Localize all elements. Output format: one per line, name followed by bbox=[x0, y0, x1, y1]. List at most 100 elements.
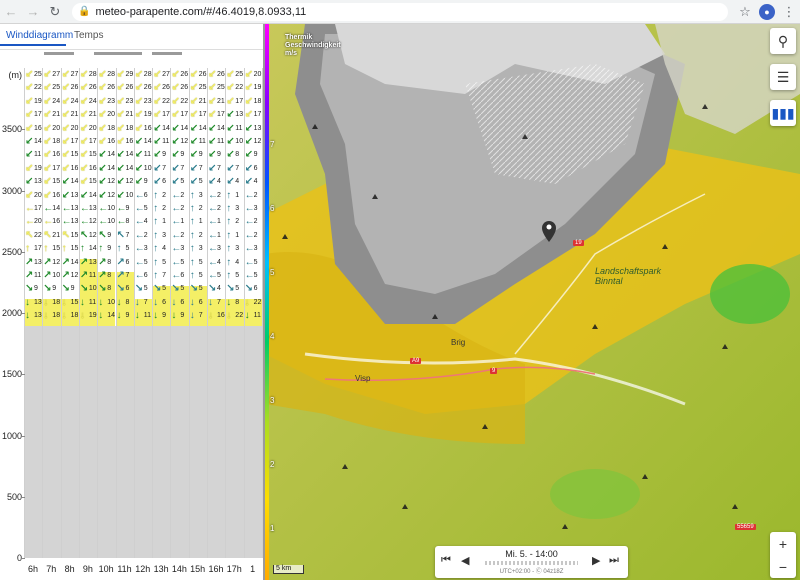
wind-arrow: ↗ bbox=[98, 256, 107, 268]
wind-arrow: ↑ bbox=[189, 256, 195, 268]
wind-arrow: ↖ bbox=[43, 229, 52, 241]
wind-speed: 5 bbox=[162, 285, 166, 293]
wind-speed: 21 bbox=[70, 111, 79, 119]
wind-arrow: ↙ bbox=[171, 122, 180, 134]
road-label-a9: A9 bbox=[410, 358, 422, 364]
wind-arrow: ↙ bbox=[189, 136, 199, 147]
wind-speed: 15 bbox=[52, 245, 61, 253]
wind-arrow: ↗ bbox=[116, 270, 125, 281]
panel-tabs: Winddiagramm Temps bbox=[0, 24, 263, 50]
wind-arrow: ↙ bbox=[153, 69, 162, 80]
wind-arrow: ↙ bbox=[171, 109, 180, 121]
wind-speed: 10 bbox=[52, 272, 61, 279]
map-chart-button[interactable]: ▮▮▮ bbox=[770, 100, 796, 126]
wind-speed: 17 bbox=[88, 138, 97, 145]
wind-speed: 14 bbox=[70, 178, 79, 186]
hour-label: 10h bbox=[98, 564, 114, 574]
wind-arrow: ↙ bbox=[208, 82, 217, 94]
thermal-map[interactable]: Thermik Geschwindigkeit m/s 76543210 Bri… bbox=[265, 24, 800, 580]
wind-speed: 21 bbox=[217, 97, 225, 105]
zoom-in-button[interactable]: + bbox=[770, 532, 796, 555]
wind-speed: 17 bbox=[52, 164, 61, 172]
star-icon[interactable]: ☆ bbox=[734, 1, 756, 23]
wind-speed: 8 bbox=[107, 258, 112, 266]
wind-arrow: ↙ bbox=[61, 95, 70, 107]
hour-label: 9h bbox=[82, 564, 93, 574]
time-slider[interactable] bbox=[485, 561, 578, 565]
wind-speed: 7 bbox=[180, 164, 185, 172]
wind-speed: 10 bbox=[107, 218, 115, 226]
map-search-button[interactable]: ⚲ bbox=[770, 28, 796, 54]
hour-label: 12h bbox=[135, 564, 151, 574]
wind-arrow: ↙ bbox=[244, 176, 253, 188]
wind-speed: 20 bbox=[253, 71, 262, 78]
place-visp: Visp bbox=[355, 374, 371, 383]
wind-arrow: ↙ bbox=[43, 176, 52, 188]
wind-arrow: ↙ bbox=[189, 176, 199, 188]
wind-arrow: ↘ bbox=[25, 283, 34, 295]
next-time-icon[interactable]: ▶ bbox=[592, 554, 600, 567]
wind-arrow: ↙ bbox=[43, 122, 52, 134]
wind-speed: 19 bbox=[34, 164, 42, 172]
wind-speed: 10 bbox=[235, 138, 244, 145]
tab-temps[interactable]: Temps bbox=[74, 30, 103, 41]
wind-arrow: ↙ bbox=[61, 136, 70, 147]
legend-tick: 7 bbox=[270, 140, 275, 149]
wind-speed: 22 bbox=[235, 84, 244, 92]
wind-speed: 4 bbox=[217, 285, 221, 293]
wind-arrow: ↙ bbox=[79, 149, 89, 161]
wind-speed: 5 bbox=[235, 272, 240, 279]
wind-speed: 14 bbox=[88, 245, 97, 253]
wind-speed: 10 bbox=[107, 205, 115, 212]
wind-arrow: ↗ bbox=[98, 270, 107, 281]
wind-arrow: ↓ bbox=[25, 310, 30, 322]
wind-arrow: ↙ bbox=[116, 149, 125, 161]
wind-arrow: ↙ bbox=[61, 69, 70, 80]
hour-gridline bbox=[188, 68, 190, 558]
menu-dots-icon[interactable]: ⋮ bbox=[778, 1, 800, 23]
profile-avatar[interactable]: ● bbox=[759, 3, 775, 20]
hour-gridline bbox=[42, 68, 44, 558]
map-settings-button[interactable]: ☰ bbox=[770, 64, 796, 90]
wind-speed: 11 bbox=[217, 138, 225, 145]
bar-chart-icon: ▮▮▮ bbox=[771, 104, 795, 121]
y-tick-label: 1500 bbox=[1, 369, 22, 380]
wind-speed: 13 bbox=[235, 111, 244, 119]
wind-speed: 16 bbox=[88, 164, 97, 172]
wind-speed: 26 bbox=[198, 71, 207, 78]
wind-speed: 20 bbox=[52, 124, 61, 132]
lock-icon: 🔒 bbox=[78, 6, 91, 17]
address-bar[interactable]: 🔒 meteo-parapente.com/#/46.4019,8.0933,1… bbox=[72, 2, 728, 21]
tab-winddiagramm[interactable]: Winddiagramm bbox=[6, 30, 73, 41]
wind-arrow: ↙ bbox=[98, 149, 107, 161]
wind-speed: 3 bbox=[143, 245, 148, 253]
wind-speed: 9 bbox=[107, 245, 112, 253]
wind-arrow: ↙ bbox=[208, 136, 217, 147]
wind-arrow: ↙ bbox=[61, 109, 70, 121]
wind-speed: 2 bbox=[253, 231, 258, 239]
wind-speed: 21 bbox=[88, 111, 97, 119]
wind-speed: 12 bbox=[107, 191, 115, 199]
zoom-out-button[interactable]: − bbox=[770, 555, 796, 578]
diagram-scroll-handles[interactable] bbox=[44, 52, 254, 55]
wind-speed: 14 bbox=[70, 258, 79, 266]
time-zone-label: UTC+02:00 - Ⓒ 04z18Z bbox=[499, 569, 564, 575]
reload-icon[interactable]: ↻ bbox=[44, 1, 66, 23]
wind-speed: 7 bbox=[217, 164, 221, 172]
wind-arrow: ↓ bbox=[61, 296, 67, 308]
map-canvas[interactable] bbox=[265, 24, 800, 580]
hour-label: 7h bbox=[46, 564, 57, 574]
hour-label: 17h bbox=[226, 564, 242, 574]
last-time-icon[interactable]: ⏭ bbox=[609, 554, 619, 567]
wind-speed: 7 bbox=[162, 272, 166, 279]
back-arrow-icon[interactable]: ← bbox=[0, 1, 22, 23]
wind-arrow: ↓ bbox=[79, 310, 85, 322]
legend-tick: 3 bbox=[270, 396, 275, 405]
wind-speed: 20 bbox=[107, 111, 115, 119]
wind-arrow: ↙ bbox=[43, 136, 52, 147]
wind-speed: 26 bbox=[88, 84, 97, 92]
wind-arrow: ↙ bbox=[98, 162, 107, 174]
wind-arrow: ↙ bbox=[116, 109, 125, 121]
wind-arrow: ↙ bbox=[189, 109, 199, 121]
forward-arrow-icon[interactable]: → bbox=[22, 1, 44, 23]
